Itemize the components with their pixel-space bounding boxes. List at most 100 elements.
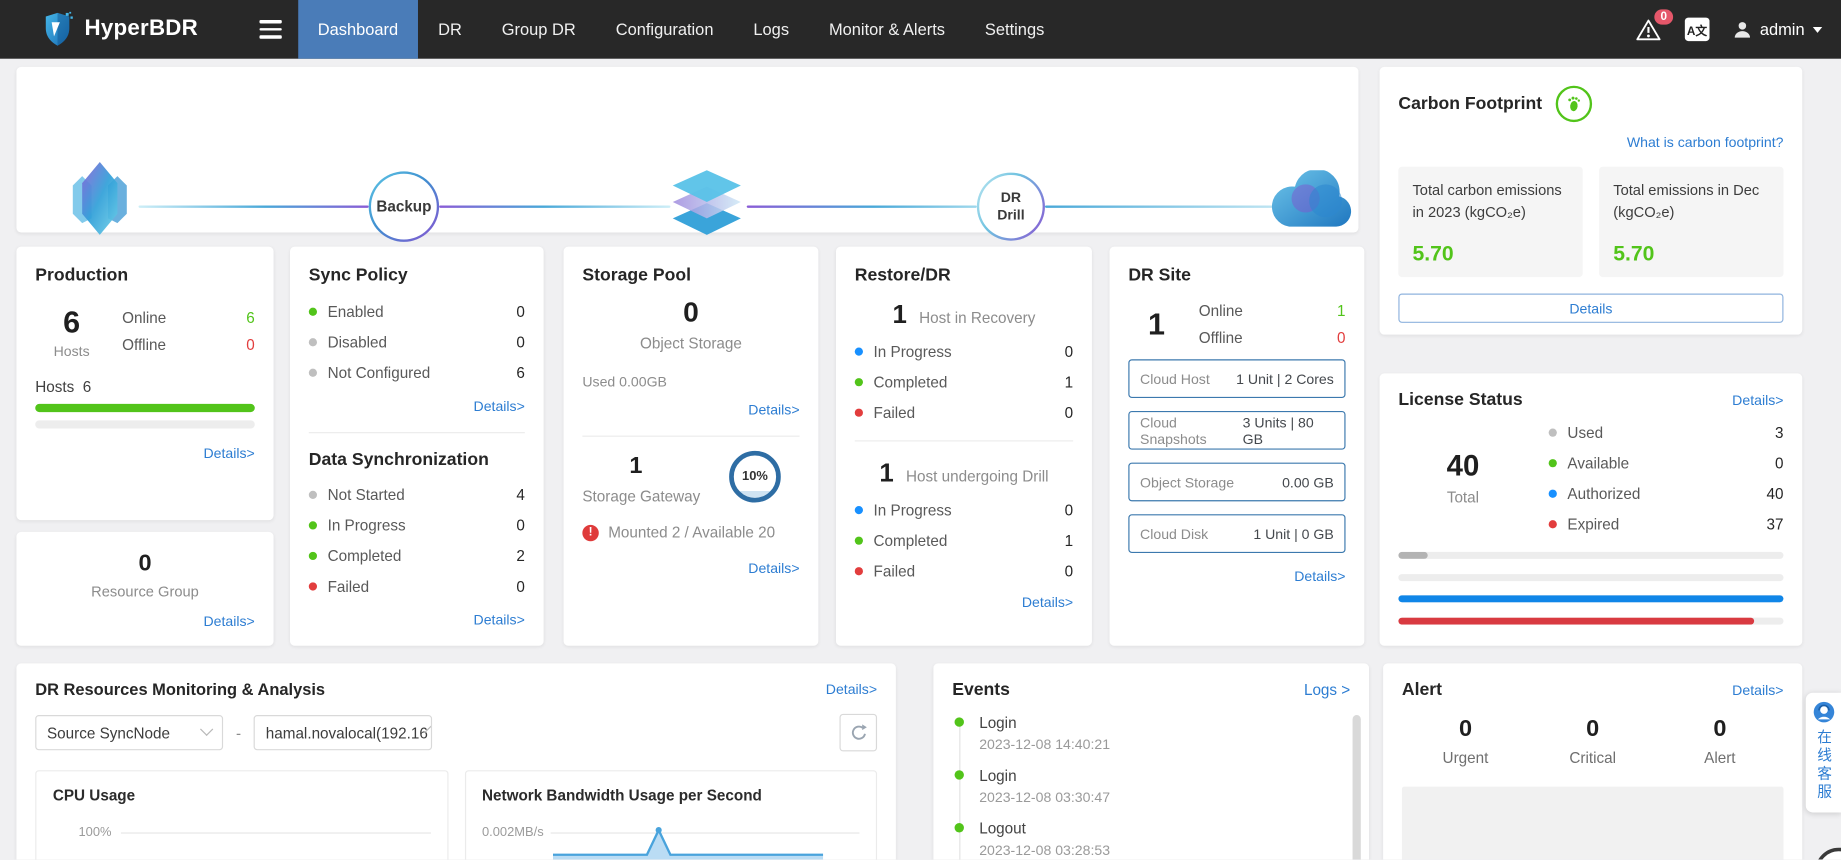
ds-failed-value: 0 (516, 577, 525, 596)
node-select-value: hamal.novalocal(192.16 (265, 723, 428, 742)
license-status-card: License Status Details> 40 Total Used 3 A… (1379, 373, 1803, 646)
object-storage-box-value: 0.00 GB (1282, 473, 1334, 491)
alert-label: Alert (1704, 749, 1736, 767)
production-card: Production 6 Hosts Online 6 Offline 0 Ho… (16, 246, 274, 521)
sync-policy-details-link[interactable]: Details> (474, 398, 525, 414)
nav-item-logs[interactable]: Logs (733, 0, 809, 59)
license-expired-bar (1398, 616, 1784, 625)
object-storage-details-link[interactable]: Details> (748, 402, 799, 418)
monitoring-details-link[interactable]: Details> (826, 681, 877, 697)
flow-connector (1044, 205, 1276, 208)
license-details-link[interactable]: Details> (1732, 392, 1783, 408)
network-bandwidth-chart: Network Bandwidth Usage per Second 0.002… (464, 770, 878, 860)
backup-step-label: Backup (376, 197, 432, 215)
dr-site-online-label: Online (1198, 301, 1243, 320)
carbon-year-box: Total carbon emissions in 2023 (kgCO₂e) … (1398, 166, 1583, 278)
resource-group-details-link[interactable]: Details> (203, 613, 254, 629)
monitoring-title: DR Resources Monitoring & Analysis (35, 679, 326, 699)
alert-count: 0 (1713, 716, 1727, 743)
production-hosts-bar-label: Hosts (35, 378, 75, 396)
refresh-button[interactable] (839, 713, 878, 752)
carbon-year-label: Total carbon emissions in 2023 (kgCO₂e) (1412, 181, 1562, 222)
storage-pool-title: Storage Pool (582, 265, 691, 286)
alert-details-link[interactable]: Details> (1732, 682, 1783, 698)
events-card: Events Logs > Login 2023-12-08 14:40:21 … (933, 663, 1370, 860)
storage-icon (666, 168, 748, 244)
event-dot-icon (954, 823, 964, 833)
carbon-footprint-title: Carbon Footprint (1398, 93, 1543, 114)
gateway-mounted-text: Mounted 2 / Available 20 (608, 523, 776, 542)
event-label: Login (979, 713, 1017, 732)
online-support-widget[interactable]: 在线客服 (1805, 692, 1841, 813)
node-select[interactable]: hamal.novalocal(192.16 (254, 715, 433, 751)
recovery-completed-value: 1 (1064, 373, 1074, 391)
production-offline-label: Offline (122, 335, 166, 354)
license-authorized-bar (1398, 595, 1784, 603)
dr-site-offline-value: 0 (1337, 328, 1346, 347)
dr-site-card: DR Site 1 Online 1 Offline 0 Cloud Host … (1109, 246, 1365, 646)
cloud-snapshots-value: 3 Units | 80 GB (1242, 413, 1314, 447)
license-used-value: 3 (1774, 423, 1784, 442)
what-is-carbon-footprint-link[interactable]: What is carbon footprint? (1627, 134, 1784, 150)
cloud-disk-box: Cloud Disk 1 Unit | 0 GB (1128, 514, 1346, 554)
events-logs-link[interactable]: Logs > (1304, 681, 1350, 699)
license-used-label: Used (1567, 423, 1604, 442)
event-item: Logout 2023-12-08 03:28:53 (954, 819, 1351, 858)
restore-dr-card: Restore/DR 1 Host in Recovery In Progres… (835, 246, 1092, 646)
recovery-completed-label: Completed (873, 373, 948, 391)
nav-right-area: 0 A文 admin (1635, 8, 1841, 42)
online-support-label: 在线客服 (1814, 729, 1832, 802)
host-drill-label: Host undergoing Drill (905, 467, 1049, 485)
resource-group-count: 0 (138, 550, 152, 577)
cloud-host-box: Cloud Host 1 Unit | 2 Cores (1128, 359, 1346, 399)
drill-completed-label: Completed (873, 531, 948, 550)
event-dot-icon (954, 717, 964, 727)
dr-drill-label-line2: Drill (997, 206, 1025, 224)
language-switch-icon[interactable]: A文 (1684, 17, 1710, 42)
critical-count: 0 (1586, 716, 1600, 743)
hamburger-menu-button[interactable] (259, 20, 282, 39)
nav-item-dashboard[interactable]: Dashboard (297, 0, 419, 59)
license-expired-label: Expired (1567, 515, 1620, 534)
object-storage-box: Object Storage 0.00 GB (1128, 462, 1346, 502)
production-offline-value: 0 (246, 335, 255, 354)
storage-gateway-details-link[interactable]: Details> (748, 560, 799, 576)
alert-stat-urgent: 0 Urgent (1402, 716, 1529, 766)
dr-drill-label-line1: DR (1000, 189, 1022, 206)
user-menu[interactable]: admin (1733, 19, 1823, 39)
nav-item-monitor-alerts[interactable]: Monitor & Alerts (809, 0, 965, 59)
floating-action-button-partial[interactable] (1815, 847, 1841, 860)
production-details-link[interactable]: Details> (203, 445, 254, 461)
dr-site-online-value: 1 (1337, 301, 1346, 320)
alert-notification-button[interactable]: 0 (1635, 8, 1673, 40)
carbon-details-button[interactable]: Details (1398, 293, 1784, 323)
license-expired-value: 37 (1766, 515, 1784, 534)
sync-enabled-label: Enabled (327, 302, 384, 321)
user-avatar-icon (1733, 20, 1752, 39)
main-menu: Dashboard DR Group DR Configuration Logs… (297, 0, 1064, 59)
nav-item-configuration[interactable]: Configuration (596, 0, 734, 59)
source-syncnode-select[interactable]: Source SyncNode (35, 715, 224, 751)
support-agent-icon (1812, 701, 1834, 723)
data-sync-title: Data Synchronization (308, 449, 489, 470)
nav-item-dr[interactable]: DR (418, 0, 482, 59)
username: admin (1759, 19, 1805, 39)
events-scrollbar[interactable] (1352, 715, 1361, 860)
drill-failed-value: 0 (1064, 562, 1074, 581)
restore-dr-title: Restore/DR (854, 265, 951, 286)
drill-in-progress-label: In Progress (873, 501, 952, 519)
alert-count-badge: 0 (1654, 8, 1673, 25)
dr-site-details-link[interactable]: Details> (1294, 568, 1345, 584)
dr-site-count: 1 (1148, 306, 1165, 342)
data-sync-details-link[interactable]: Details> (474, 612, 525, 628)
license-total-value: 40 (1446, 449, 1480, 483)
brand[interactable]: HyperBDR (42, 11, 198, 47)
restore-dr-details-link[interactable]: Details> (1022, 594, 1073, 610)
license-status-title: License Status (1398, 389, 1523, 410)
dr-site-title: DR Site (1128, 265, 1191, 286)
event-label: Logout (979, 819, 1026, 838)
nav-item-settings[interactable]: Settings (965, 0, 1064, 59)
ds-not-started-label: Not Started (327, 486, 405, 504)
sync-policy-card: Sync Policy Enabled 0 Disabled 0 Not Confi… (290, 246, 544, 646)
nav-item-group-dr[interactable]: Group DR (482, 0, 596, 59)
